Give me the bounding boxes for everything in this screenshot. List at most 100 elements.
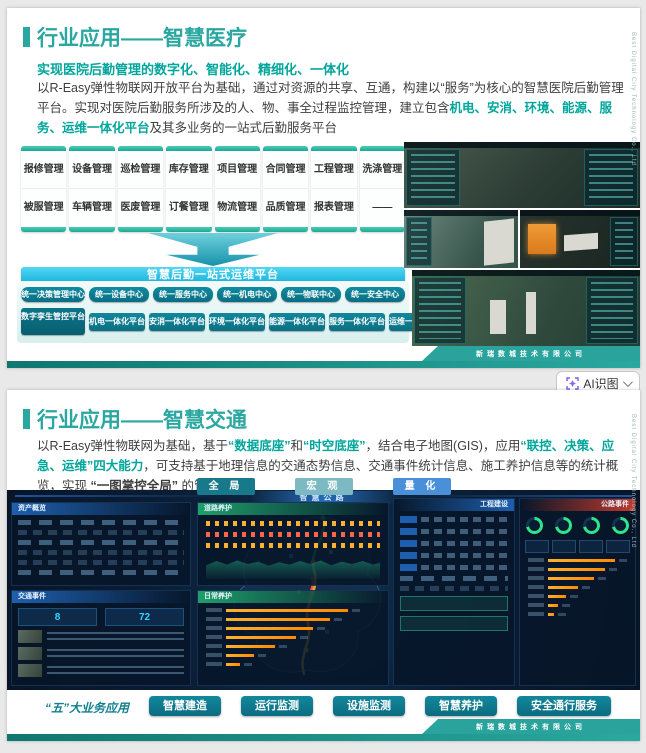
platform-tile: 环境一体化平台 — [209, 312, 265, 331]
module-grid: 报修管理 被服管理 设备管理 车辆管理 巡检管理 医废管理 库存管理 订餐管理 项目管理… — [21, 146, 405, 232]
building-shape — [489, 300, 506, 334]
hud-panel — [406, 217, 433, 266]
apps-group-label: “五”大业务应用 — [45, 701, 130, 715]
slide-smart-hospital: 行业应用——智慧医疗 实现医院后勤管理的数字化、智能化、精细化、一体化 以R-E… — [7, 8, 640, 368]
building-detail-screenshot — [404, 210, 518, 268]
faux-dot-row — [206, 543, 380, 548]
faux-highlight-card — [400, 616, 508, 631]
faux-row — [18, 520, 184, 525]
module-column: 合同管理 品质管理 — [262, 146, 309, 232]
hud-panel — [610, 217, 638, 266]
view-button-macro: 宏 观 — [295, 478, 353, 495]
cap — [262, 227, 309, 232]
faux-highlight-card — [400, 596, 508, 611]
slide2-title-row: 行业应用——智慧交通 — [23, 404, 247, 434]
platform-tile: 安消一体化平台 — [149, 312, 205, 331]
faux-area-chart — [206, 560, 380, 579]
document-viewer: 行业应用——智慧医疗 实现医院后勤管理的数字化、智能化、精细化、一体化 以R-E… — [0, 0, 646, 753]
module-cell: 物流管理 — [217, 202, 258, 213]
faux-row — [47, 665, 184, 676]
building-shape — [564, 232, 598, 252]
panel-header: 道路养护 — [198, 503, 388, 515]
faux-dot-row — [206, 521, 380, 526]
panel-daily-maintenance: 日常养护 — [197, 590, 389, 686]
screenshot-header — [412, 270, 640, 276]
faux-row — [18, 530, 184, 535]
hud-panel — [414, 277, 467, 344]
screenshot-header — [404, 210, 518, 216]
cap — [359, 227, 405, 232]
faux-row — [47, 648, 184, 659]
cap — [117, 227, 164, 232]
faux-bar-row — [206, 617, 380, 621]
event-thumbnail — [18, 630, 42, 643]
panel-header: 公路事件 — [520, 499, 635, 511]
faux-bar-row — [528, 576, 627, 580]
faux-bar-row — [528, 612, 627, 616]
center-pill: 统一决策管理中心 — [21, 287, 85, 302]
app-button: 智慧养护 — [425, 696, 497, 716]
faux-list-row — [400, 552, 508, 559]
view-mode-buttons: 全 局 宏 观 量 化 — [197, 478, 451, 495]
event-list-item — [18, 647, 184, 660]
slide1-title: 行业应用——智慧医疗 — [37, 27, 247, 50]
company-footer-band: 新瑞数城技术有限公司 — [422, 346, 640, 361]
faux-bar-row — [528, 567, 627, 571]
screenshot-header — [520, 210, 640, 216]
platform-tile: 服务一体化平台 — [329, 312, 385, 331]
vertical-watermark: Best Digital City Technology Co., Ltd — [630, 414, 636, 548]
footer-stripe — [7, 361, 640, 368]
faux-row — [18, 550, 184, 555]
module-cell: 车辆管理 — [72, 202, 113, 213]
faux-bar-row — [528, 558, 627, 562]
event-list-item — [18, 630, 184, 643]
center-pill: 统一设备中心 — [89, 287, 149, 302]
module-cell: 合同管理 — [262, 151, 309, 189]
faux-row — [400, 576, 508, 581]
module-column: 库存管理 订餐管理 — [166, 146, 212, 232]
campus-overview-screenshot — [412, 270, 640, 346]
faux-row — [18, 560, 184, 565]
view-button-quantify: 量 化 — [393, 478, 451, 495]
module-column: 工程管理 报表管理 — [311, 146, 357, 232]
slide1-title-row: 行业应用——智慧医疗 — [23, 22, 247, 52]
building-shape — [484, 218, 514, 266]
module-cell: 报修管理 — [21, 151, 67, 189]
screenshot-header — [404, 142, 640, 148]
funnel-arrow — [148, 233, 278, 266]
ring-gauges — [520, 517, 635, 534]
module-cell: 库存管理 — [166, 151, 212, 189]
faux-list-row — [400, 540, 508, 547]
module-cell: 品质管理 — [265, 202, 306, 213]
faux-row — [400, 586, 508, 591]
ring-gauge — [612, 517, 630, 534]
slide2-title: 行业应用——智慧交通 — [37, 409, 247, 432]
body-segment: ，结合电子地图(GIS)，应用 — [365, 439, 521, 453]
body-segment: 及其多业务的一站式后勤服务平台 — [149, 121, 338, 135]
module-cell: 工程管理 — [311, 151, 357, 189]
module-column: 设备管理 车辆管理 — [69, 146, 115, 232]
ai-button-label: AI识图 — [583, 376, 619, 391]
platform-tile: 能源一体化平台 — [269, 312, 325, 331]
ring-gauge — [554, 517, 572, 534]
ring-gauge — [583, 517, 601, 534]
panel-header: 工程建设 — [394, 499, 514, 511]
panel-header: 交通事件 — [12, 591, 190, 603]
faux-stat-boxes — [525, 540, 630, 553]
ai-scan-sparkle-icon — [566, 376, 580, 390]
unified-centers-row: 统一决策管理中心 统一设备中心 统一服务中心 统一机电中心 统一物联中心 统一安… — [21, 287, 405, 302]
vertical-watermark: Best Digital City Technology Co., Ltd — [630, 32, 636, 166]
panel-road-maintenance: 道路养护 — [197, 502, 389, 586]
faux-dot-row — [206, 532, 380, 537]
faux-row — [47, 631, 184, 642]
body-highlight: “数据底座” — [227, 439, 291, 453]
faux-bar-row — [528, 594, 627, 598]
module-cell: 医废管理 — [120, 202, 161, 213]
module-cell: 项目管理 — [214, 151, 260, 189]
title-accent-bar — [23, 27, 30, 47]
cap — [21, 227, 67, 232]
module-column: 报修管理 被服管理 — [21, 146, 67, 232]
app-button: 智慧建造 — [149, 696, 221, 716]
app-button: 安全通行服务 — [517, 696, 611, 716]
faux-row — [18, 540, 184, 545]
